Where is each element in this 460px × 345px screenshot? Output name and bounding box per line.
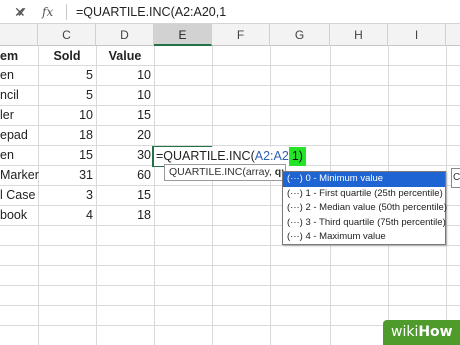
header-sold[interactable]: Sold (38, 47, 96, 66)
cell-value[interactable]: 15 (96, 186, 151, 205)
dropdown-option-third-quartile[interactable]: (···) 3 - Third quartile (75th percentil… (283, 216, 446, 231)
partial-popup-edge: C (451, 168, 460, 188)
cell-item[interactable]: l Case (0, 186, 38, 205)
formula-range-reference: A2:A2 (254, 149, 289, 163)
wikihow-watermark: wikiHow (383, 320, 460, 345)
cell-sold[interactable]: 10 (38, 106, 93, 125)
function-signature-tooltip: QUARTILE.INC(array, quar (164, 164, 286, 181)
column-header-f[interactable]: F (212, 24, 270, 46)
cell-sold[interactable]: 5 (38, 86, 93, 105)
highlighted-argument: 1) (288, 147, 306, 166)
grid-line (0, 265, 460, 266)
confirm-icon[interactable]: ✓ (16, 3, 28, 21)
cell-value[interactable]: 20 (96, 126, 151, 145)
cell-value[interactable]: 60 (96, 166, 151, 185)
column-header-b[interactable] (0, 24, 38, 46)
cell-value[interactable]: 18 (96, 206, 151, 225)
dropdown-option-minimum[interactable]: (···) 0 - Minimum value (283, 172, 445, 187)
formula-bar-divider (66, 4, 67, 20)
dropdown-option-maximum[interactable]: (···) 4 - Maximum value (283, 230, 445, 245)
cell-value[interactable]: 10 (96, 66, 151, 85)
column-header-j[interactable] (446, 24, 460, 46)
cell-sold[interactable]: 5 (38, 66, 93, 85)
watermark-how: How (418, 324, 453, 340)
column-header-e[interactable]: E (154, 24, 212, 46)
fx-icon[interactable]: fx (42, 3, 53, 21)
grid-line (212, 46, 213, 345)
dropdown-option-first-quartile[interactable]: (···) 1 - First quartile (25th percentil… (283, 187, 445, 202)
cell-sold[interactable]: 18 (38, 126, 93, 145)
cell-item[interactable]: book (0, 206, 38, 225)
tooltip-text: QUARTILE.INC(array, (169, 166, 275, 178)
cell-sold[interactable]: 31 (38, 166, 93, 185)
cell-item[interactable]: ncil (0, 86, 38, 105)
column-header-c[interactable]: C (38, 24, 96, 46)
cell-value[interactable]: 10 (96, 86, 151, 105)
formula-input[interactable]: =QUARTILE.INC(A2:A20,1 (76, 4, 226, 20)
grid-line (0, 245, 460, 246)
header-value[interactable]: Value (96, 47, 154, 66)
dropdown-option-median[interactable]: (···) 2 - Median value (50th percentile) (283, 201, 447, 216)
column-header-row: C D E F G H I (0, 24, 460, 46)
cell-value[interactable]: 30 (96, 146, 151, 165)
formula-prefix: =QUARTILE.INC( (156, 149, 255, 163)
quart-options-dropdown[interactable]: (···) 0 - Minimum value (···) 1 - First … (282, 171, 447, 245)
cell-item[interactable]: Marker (0, 166, 39, 185)
cell-item[interactable]: en (0, 146, 38, 165)
cell-item[interactable]: en (0, 66, 38, 85)
column-header-i[interactable]: I (388, 24, 446, 46)
grid-line (446, 46, 447, 345)
watermark-wiki: wiki (391, 324, 419, 340)
cell-sold[interactable]: 4 (38, 206, 93, 225)
grid-line (270, 46, 271, 345)
cell-item[interactable]: ler (0, 106, 38, 125)
grid-line (0, 305, 460, 306)
cell-item[interactable]: epad (0, 126, 38, 145)
cell-value[interactable]: 15 (96, 106, 151, 125)
grid-line (0, 285, 460, 286)
grid-line (154, 46, 155, 345)
column-header-g[interactable]: G (270, 24, 330, 46)
header-item[interactable]: em (0, 47, 38, 66)
cell-sold[interactable]: 15 (38, 146, 93, 165)
column-header-h[interactable]: H (330, 24, 388, 46)
column-header-d[interactable]: D (96, 24, 154, 46)
formula-bar: ✕ ✓ fx =QUARTILE.INC(A2:A20,1 (0, 0, 460, 24)
cell-sold[interactable]: 3 (38, 186, 93, 205)
